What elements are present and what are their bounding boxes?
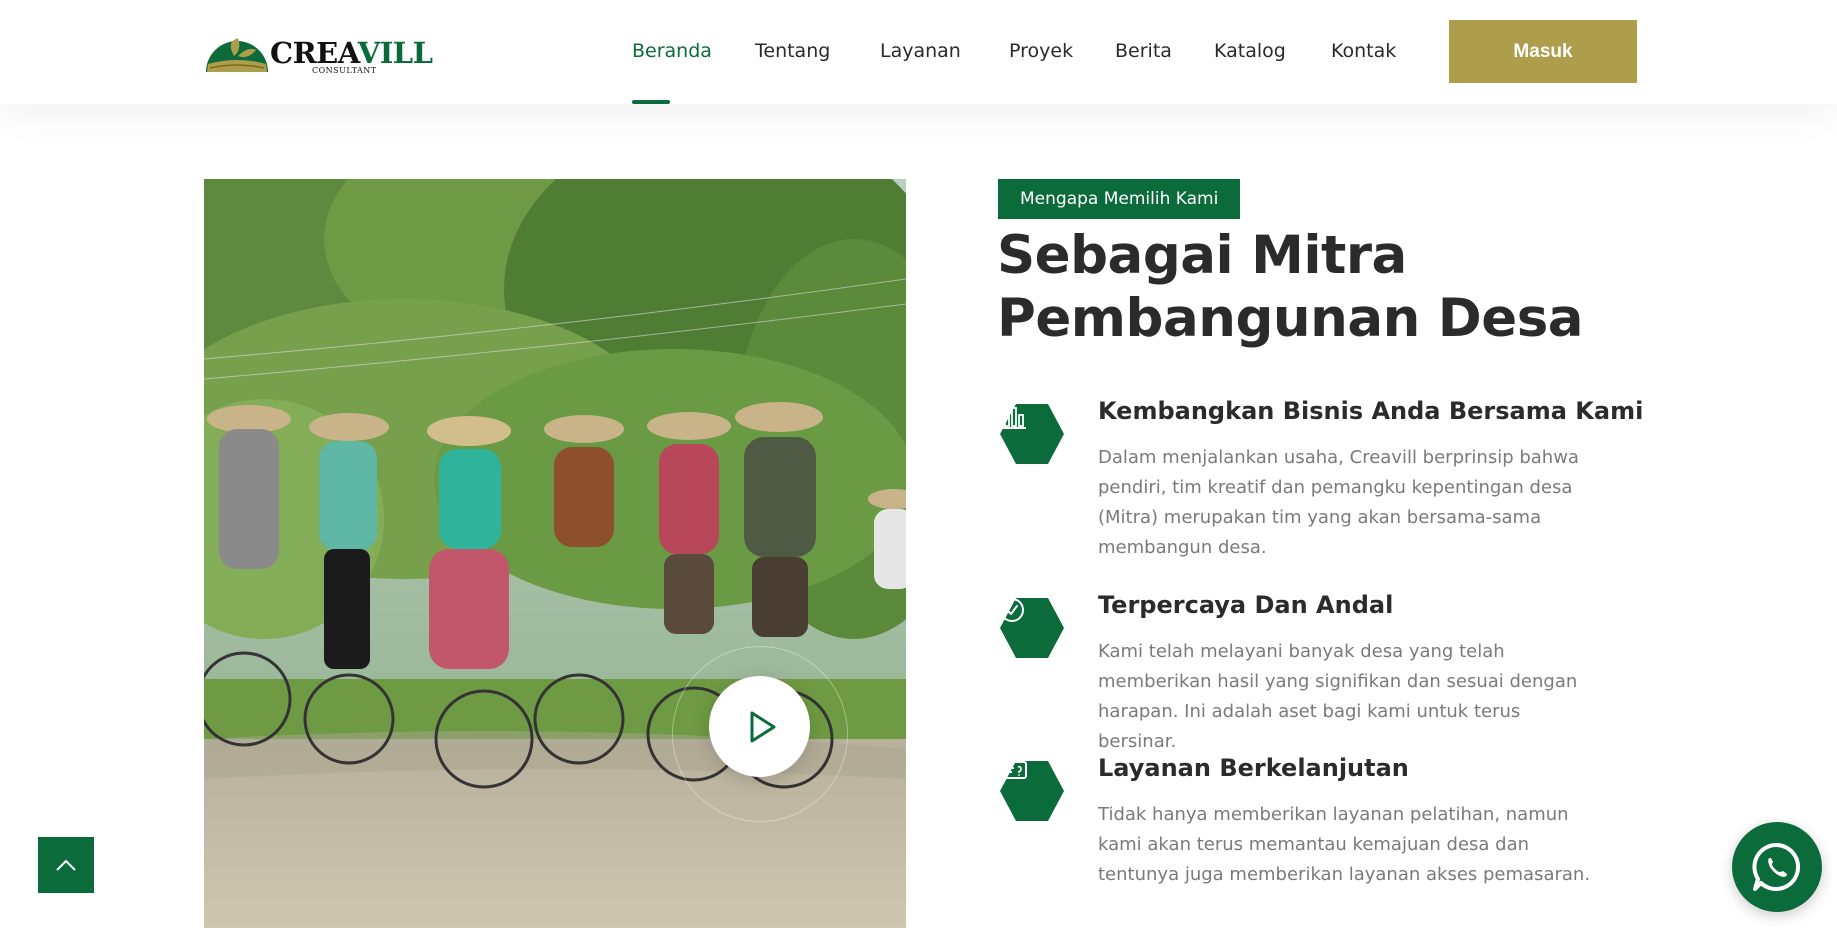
whatsapp-button[interactable] <box>1732 822 1822 912</box>
play-button[interactable] <box>709 676 810 777</box>
logo-emblem-icon <box>206 38 268 72</box>
feature-title: Kembangkan Bisnis Anda Bersama Kami <box>1098 397 1644 425</box>
nav-item-berita[interactable]: Berita <box>1115 40 1172 62</box>
whatsapp-icon <box>1752 842 1801 891</box>
section-heading: Sebagai Mitra Pembangunan Desa <box>997 224 1617 350</box>
feature-description: Dalam menjalankan usaha, Creavill berpri… <box>1098 447 1579 558</box>
ticket-icon <box>999 761 1027 782</box>
village-cyclists-image <box>204 179 906 928</box>
feature-icon-badge <box>998 596 1066 660</box>
feature-title: Terpercaya Dan Andal <box>1098 591 1394 619</box>
nav-item-kontak[interactable]: Kontak <box>1331 40 1396 62</box>
feature-description: Tidak hanya memberikan layanan pelatihan… <box>1098 804 1591 885</box>
nav-item-beranda[interactable]: Beranda <box>632 40 712 62</box>
heading-line-2: Pembangunan Desa <box>997 288 1584 349</box>
section-tag: Mengapa Memilih Kami <box>998 179 1241 219</box>
feature-icon-badge <box>998 402 1066 466</box>
bar-chart-icon <box>999 404 1026 429</box>
brand-logo[interactable]: CREAVILL CONSULTANT <box>204 34 433 76</box>
nav-active-indicator <box>632 100 670 104</box>
heading-line-1: Sebagai Mitra <box>997 225 1407 286</box>
nav-item-katalog[interactable]: Katalog <box>1214 40 1286 62</box>
video-thumbnail[interactable] <box>204 179 906 928</box>
feature-icon-badge <box>998 759 1066 823</box>
check-circle-icon <box>1000 598 1024 622</box>
nav-item-proyek[interactable]: Proyek <box>1009 40 1073 62</box>
chevron-up-icon <box>56 859 76 871</box>
feature-description: Kami telah melayani banyak desa yang tel… <box>1098 641 1578 752</box>
play-icon <box>750 711 775 742</box>
login-button[interactable]: Masuk <box>1449 20 1637 83</box>
scroll-to-top-button[interactable] <box>38 837 94 893</box>
nav-item-tentang[interactable]: Tentang <box>755 40 830 62</box>
logo-subtitle: CONSULTANT <box>312 66 377 75</box>
nav-item-layanan[interactable]: Layanan <box>880 40 961 62</box>
logo-wordmark: CREAVILL <box>270 36 433 70</box>
feature-title: Layanan Berkelanjutan <box>1098 754 1409 782</box>
site-header: CREAVILL CONSULTANT Beranda Tentang Laya… <box>0 0 1837 104</box>
